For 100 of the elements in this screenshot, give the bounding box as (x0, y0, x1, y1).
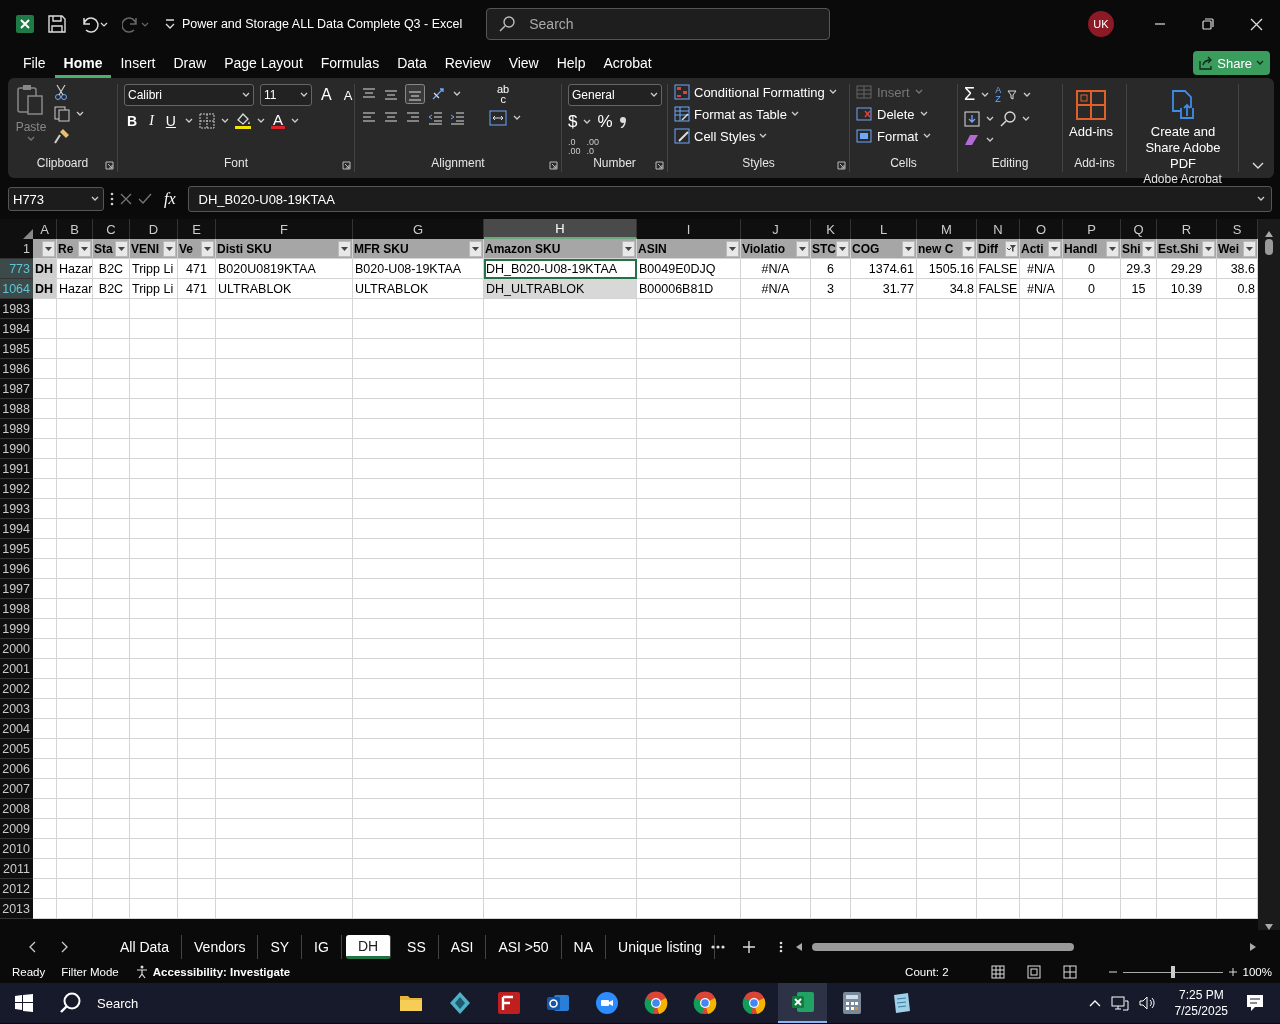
menu-tab[interactable]: Help (547, 48, 595, 78)
scroll-down-icon[interactable] (1265, 924, 1273, 930)
sort-filter-button[interactable]: A Z (995, 85, 1002, 104)
autosum-button[interactable]: Σ (964, 84, 976, 105)
row-number[interactable]: 2008 (0, 799, 33, 819)
comma-style-icon[interactable] (618, 116, 627, 128)
formula-field[interactable]: DH_B020-U08-19KTAA (187, 186, 1272, 212)
filter-button[interactable] (902, 240, 915, 257)
filter-button[interactable] (1048, 240, 1061, 257)
filter-button[interactable] (201, 240, 214, 257)
diamond-app-icon[interactable] (447, 991, 472, 1015)
decrease-font-size-button[interactable]: A (340, 87, 356, 103)
row-number[interactable]: 2012 (0, 879, 33, 899)
scroll-right-icon[interactable] (1250, 943, 1256, 951)
page-break-view-icon[interactable] (1062, 965, 1077, 979)
column-letter[interactable]: I (637, 219, 741, 239)
column-letter[interactable]: L (851, 219, 917, 239)
wrap-text-button[interactable]: ab c (497, 84, 510, 104)
search-field[interactable]: Search (486, 8, 831, 40)
column-letter[interactable]: J (741, 219, 811, 239)
filter-icon[interactable] (1007, 89, 1018, 100)
restore-icon[interactable] (1202, 18, 1214, 30)
cells-command[interactable]: Format (856, 128, 940, 144)
menu-tab[interactable]: Insert (111, 48, 165, 78)
clock-date[interactable]: 7/25/2025 (1174, 1003, 1228, 1019)
dialog-launcher-icon[interactable] (655, 161, 664, 170)
column-letter[interactable]: A (33, 219, 57, 239)
increase-font-size-button[interactable]: A (318, 86, 335, 104)
filter-button[interactable] (1202, 240, 1215, 257)
browser-icon[interactable] (741, 991, 766, 1015)
scrollbar-thumb[interactable] (812, 943, 1074, 951)
add-ins-button[interactable]: Add-ins (1069, 84, 1114, 156)
volume-icon[interactable] (1138, 995, 1157, 1011)
notification-icon[interactable] (1246, 994, 1264, 1012)
percent-button[interactable]: % (597, 112, 613, 132)
column-letter[interactable]: C (93, 219, 130, 239)
styles-command[interactable]: Conditional Formatting (674, 84, 837, 100)
row-number[interactable]: 1985 (0, 339, 33, 359)
scroll-up-icon[interactable] (1265, 231, 1273, 237)
column-letter[interactable]: D (130, 219, 178, 239)
column-letter[interactable]: H (484, 219, 637, 239)
filter-button[interactable] (338, 240, 351, 257)
dialog-launcher-icon[interactable] (105, 161, 114, 170)
row-number[interactable]: 1064 (0, 279, 33, 299)
italic-button[interactable]: I (146, 112, 157, 129)
row-number[interactable]: 1998 (0, 599, 33, 619)
excel-logo-icon[interactable] (16, 15, 34, 33)
row-number[interactable]: 1988 (0, 399, 33, 419)
row-number[interactable]: 1989 (0, 419, 33, 439)
column-letter[interactable]: S (1217, 219, 1258, 239)
insert-function-button[interactable]: fx (158, 190, 182, 208)
merge-center-icon[interactable] (489, 110, 507, 126)
dialog-launcher-icon[interactable] (342, 161, 351, 170)
increase-decimal-button[interactable]: .0 .00 (568, 138, 581, 156)
filter-button[interactable] (622, 240, 635, 257)
sheet-tab[interactable]: DH (345, 935, 392, 959)
menu-tab[interactable]: Formulas (311, 48, 389, 78)
format-painter-icon[interactable] (54, 128, 70, 144)
font-name-field[interactable]: Calibri (124, 84, 254, 106)
normal-view-icon[interactable] (990, 965, 1005, 979)
clock-time[interactable]: 7:25 PM (1178, 987, 1224, 1003)
accessibility-button[interactable]: Accessibility: Investigate (134, 965, 291, 979)
filter-button[interactable] (163, 240, 176, 257)
zoom-in-icon[interactable] (1228, 968, 1237, 976)
row-number[interactable]: 1999 (0, 619, 33, 639)
copy-icon[interactable] (54, 106, 70, 122)
align-right-icon[interactable] (405, 111, 421, 125)
row-number[interactable]: 1994 (0, 519, 33, 539)
row-number[interactable]: 2013 (0, 899, 33, 919)
browser-icon[interactable] (692, 991, 717, 1015)
row-number[interactable]: 1984 (0, 319, 33, 339)
row-number[interactable]: 1991 (0, 459, 33, 479)
sheet-tab[interactable]: Vendors (182, 935, 259, 959)
row-number[interactable]: 2001 (0, 659, 33, 679)
column-letter[interactable]: E (178, 219, 216, 239)
sheet-tab[interactable]: All Data (108, 935, 183, 959)
filter-button[interactable] (962, 240, 975, 257)
menu-tab[interactable]: Page Layout (215, 48, 312, 78)
dialog-launcher-icon[interactable] (837, 161, 846, 170)
menu-tab[interactable]: Data (388, 48, 436, 78)
orientation-icon[interactable] (431, 87, 447, 101)
new-sheet-icon[interactable] (743, 941, 756, 953)
styles-command[interactable]: Format as Table (674, 106, 837, 122)
cut-icon[interactable] (54, 84, 68, 100)
video-call-icon[interactable] (594, 991, 619, 1015)
sheet-tab[interactable]: SS (395, 935, 439, 959)
dialog-launcher-icon[interactable] (549, 161, 558, 170)
row-number[interactable]: 2000 (0, 639, 33, 659)
scrollbar-thumb[interactable] (1265, 239, 1273, 255)
fill-down-icon[interactable] (964, 111, 980, 127)
row-number[interactable]: 1983 (0, 299, 33, 319)
page-layout-view-icon[interactable] (1026, 965, 1041, 979)
row-number[interactable]: 773 (0, 259, 33, 279)
row-number[interactable]: 2005 (0, 739, 33, 759)
options-icon[interactable] (779, 941, 784, 953)
font-size-field[interactable]: 11 (260, 84, 312, 106)
filter-button[interactable] (1243, 240, 1256, 257)
filter-button[interactable] (78, 240, 91, 257)
caret-icon[interactable] (1256, 60, 1264, 66)
row-number[interactable]: 2011 (0, 859, 33, 879)
